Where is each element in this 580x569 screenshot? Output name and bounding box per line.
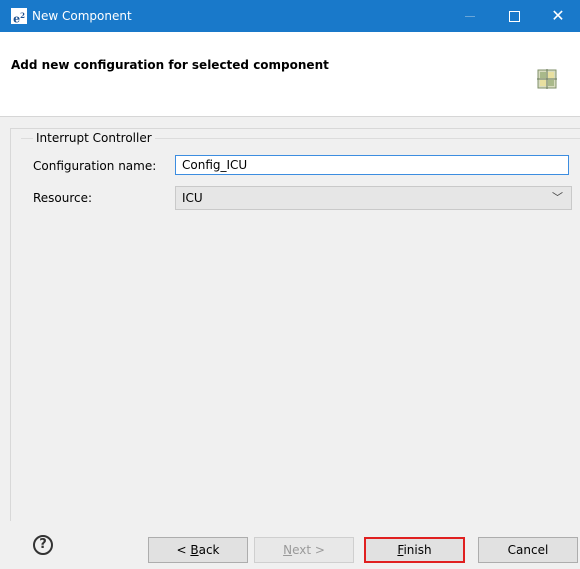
- resource-selected-value: ICU: [182, 191, 203, 205]
- cancel-button[interactable]: Cancel: [478, 537, 578, 563]
- title-bar[interactable]: e2 New Component ✕: [0, 0, 580, 32]
- back-rest: ack: [198, 543, 220, 557]
- finish-button[interactable]: Finish: [364, 537, 465, 563]
- finish-rest: inish: [403, 543, 432, 557]
- next-button[interactable]: Next >: [254, 537, 354, 563]
- page-title: Add new configuration for selected compo…: [11, 58, 329, 72]
- new-component-dialog: e2 New Component ✕ Add new configuration…: [0, 0, 580, 569]
- configuration-name-label: Configuration name:: [33, 159, 157, 173]
- back-prefix: <: [176, 543, 191, 557]
- chevron-down-icon: ﹀: [552, 191, 563, 204]
- minimize-button[interactable]: [448, 0, 492, 32]
- resource-label: Resource:: [33, 191, 93, 205]
- group-label: Interrupt Controller: [33, 131, 155, 145]
- close-button[interactable]: ✕: [536, 0, 580, 32]
- back-button[interactable]: < Back: [148, 537, 248, 563]
- component-grid-icon: [537, 69, 557, 89]
- help-icon[interactable]: ?: [33, 535, 53, 555]
- next-mnemonic: N: [283, 543, 293, 557]
- next-rest: ext >: [292, 543, 325, 557]
- maximize-button[interactable]: [492, 0, 536, 32]
- close-icon: ✕: [551, 6, 565, 25]
- wizard-header: Add new configuration for selected compo…: [0, 32, 580, 117]
- maximize-icon: [509, 11, 520, 22]
- minimize-icon: [465, 16, 475, 17]
- window-title: New Component: [32, 9, 132, 23]
- configuration-name-input[interactable]: Config_ICU: [175, 155, 569, 175]
- resource-select[interactable]: ICU ﹀: [175, 186, 572, 210]
- e2-studio-icon: e2: [11, 8, 27, 26]
- back-mnemonic: B: [190, 543, 199, 557]
